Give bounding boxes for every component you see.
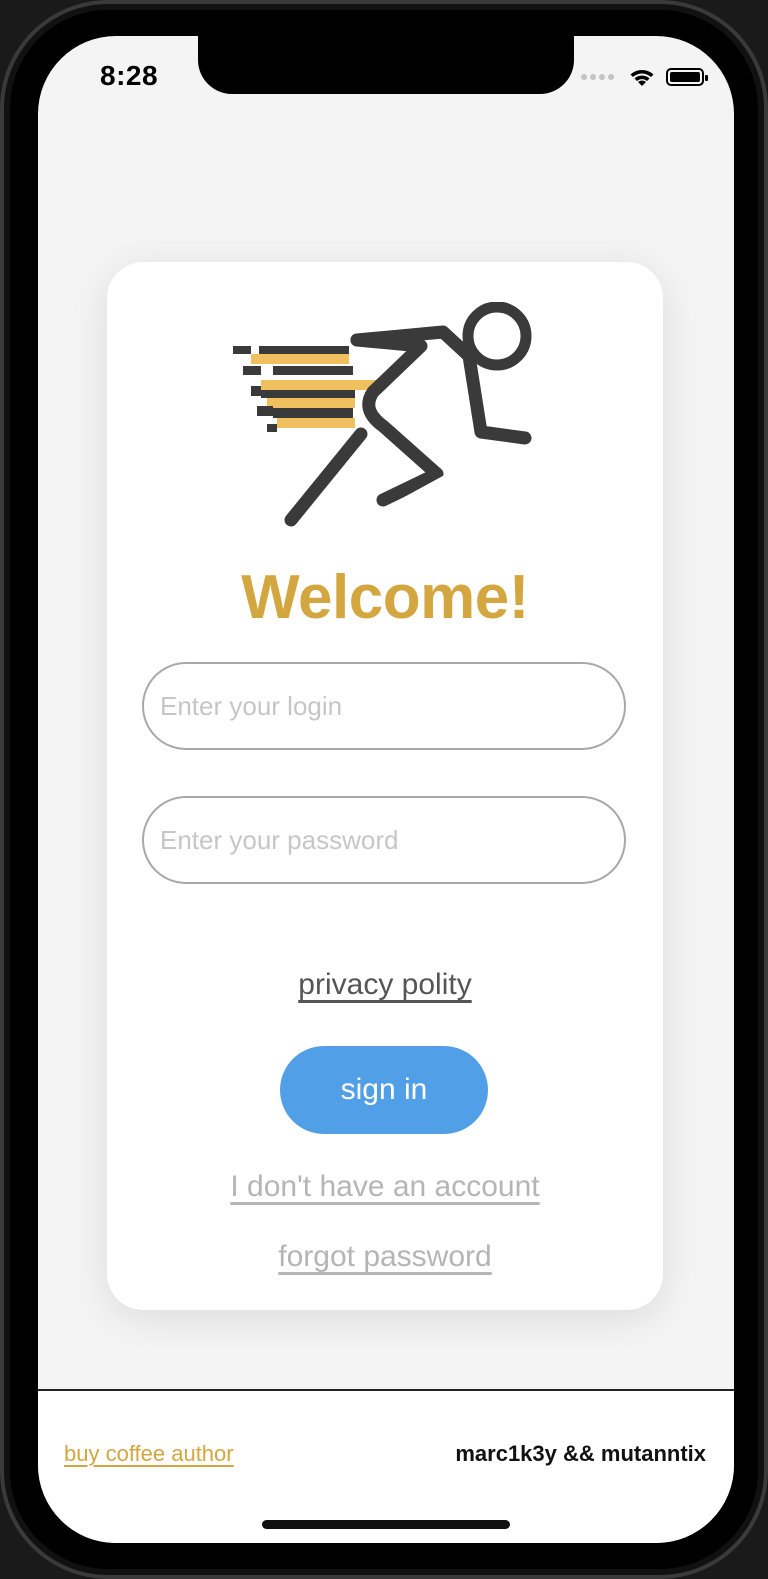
login-card: Welcome! privacy polity sign in I don't … — [107, 262, 663, 1310]
battery-icon — [666, 68, 708, 86]
sign-in-button[interactable]: sign in — [280, 1046, 488, 1134]
status-icons — [581, 66, 708, 88]
buy-coffee-link[interactable]: buy coffee author — [64, 1441, 234, 1467]
wifi-icon — [630, 70, 654, 86]
privacy-policy-link[interactable]: privacy polity — [107, 968, 663, 1002]
password-input[interactable] — [142, 796, 626, 884]
phone-frame: 8:28 Welcome! Enter your login privacy p… — [0, 0, 768, 1579]
welcome-title: Welcome! — [241, 563, 529, 632]
notch — [198, 36, 574, 94]
authors-credit: marc1k3y && mutanntix — [455, 1441, 706, 1466]
no-account-link[interactable]: I don't have an account — [107, 1170, 663, 1204]
status-time: 8:28 — [100, 60, 159, 91]
running-person-icon — [233, 302, 532, 527]
forgot-password-link[interactable]: forgot password — [107, 1240, 663, 1274]
home-indicator[interactable] — [262, 1520, 510, 1529]
signal-dots-icon — [581, 74, 614, 80]
screen: 8:28 Welcome! Enter your login privacy p… — [38, 36, 734, 1543]
login-input[interactable] — [142, 662, 626, 750]
